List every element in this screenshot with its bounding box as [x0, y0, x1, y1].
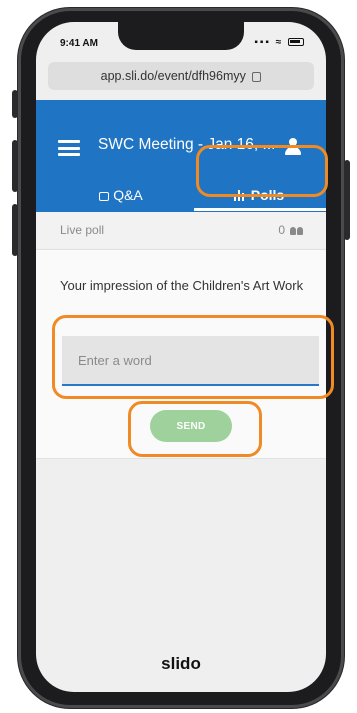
signal-icon: ▪▪▪ ≈	[254, 37, 284, 48]
active-tab-indicator	[194, 208, 326, 211]
battery-icon	[288, 38, 304, 47]
status-time: 9:41 AM	[60, 38, 98, 49]
notch	[118, 22, 244, 50]
hamburger-menu-icon[interactable]	[58, 140, 80, 156]
tab-polls-label: Polls	[250, 187, 285, 203]
live-poll-label: Live poll	[60, 223, 105, 237]
word-input[interactable]	[62, 336, 319, 386]
tab-qa-label: Q&A	[113, 187, 143, 203]
browser-url-bar[interactable]: app.sli.do/event/dfh96myy	[48, 62, 314, 90]
status-icons: ▪▪▪ ≈	[254, 37, 304, 48]
speech-bubble-icon	[99, 192, 110, 201]
status-bar: 9:41 AM ▪▪▪ ≈	[36, 22, 326, 56]
send-button[interactable]: SEND	[150, 410, 232, 442]
power-button	[344, 160, 350, 240]
user-profile-icon[interactable]	[284, 138, 302, 156]
participant-count-value: 0	[278, 223, 285, 237]
mute-switch	[12, 90, 18, 118]
phone-screen: 9:41 AM ▪▪▪ ≈ app.sli.do/event/dfh96myy …	[36, 22, 326, 692]
copy-icon[interactable]	[252, 71, 262, 82]
event-title: SWC Meeting - Jan 16, ...	[98, 136, 276, 153]
app-header: SWC Meeting - Jan 16, ... Q&A Polls	[36, 100, 326, 212]
participant-count: 0	[278, 212, 304, 248]
slido-logo: slido	[161, 654, 201, 673]
url-text: app.sli.do/event/dfh96myy	[100, 69, 246, 83]
volume-up-button	[12, 140, 18, 192]
poll-question: Your impression of the Children's Art Wo…	[60, 278, 304, 293]
tab-polls[interactable]: Polls	[194, 182, 324, 210]
bar-chart-icon	[233, 190, 246, 201]
volume-down-button	[12, 204, 18, 256]
tab-qa[interactable]: Q&A	[66, 182, 176, 210]
live-poll-header: Live poll 0	[36, 212, 326, 248]
people-icon	[290, 226, 304, 235]
